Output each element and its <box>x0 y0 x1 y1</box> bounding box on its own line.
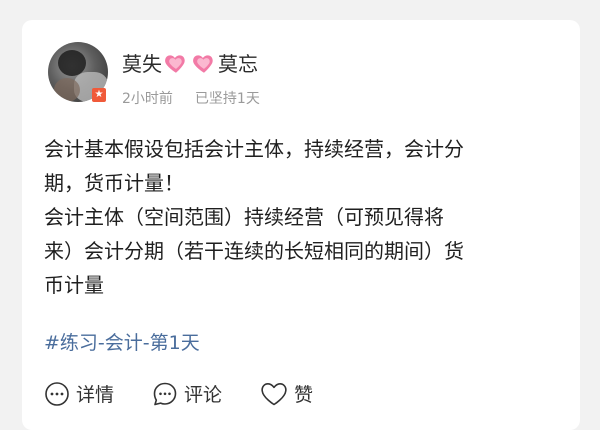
details-icon <box>45 381 69 406</box>
user-name-part2: 莫忘 <box>218 52 258 76</box>
streak-days: 已坚持1天 <box>194 91 260 107</box>
content-line: 会计基本假设包括会计主体，持续经营，会计分 <box>44 137 464 161</box>
post-meta: 2小时前 已坚持1天 <box>122 88 260 108</box>
heart-outline-icon <box>261 382 287 405</box>
avatar-badge: ★ <box>92 88 106 102</box>
like-label: 赞 <box>294 384 314 406</box>
content-line: 期，货币计量！ <box>44 171 184 195</box>
comment-icon <box>153 382 177 405</box>
user-name-part1: 莫失 <box>122 52 162 76</box>
comment-button[interactable]: 评论 <box>152 380 222 407</box>
details-button[interactable]: 详情 <box>44 380 114 407</box>
post-card: ★ 莫失 莫忘 2小时前 已坚持1天 会计基本假设包括会计主体，持续经营，会计分… <box>22 20 580 430</box>
content-line: 会计主体（空间范围）持续经营（可预见得将 <box>44 205 444 229</box>
post-time: 2小时前 <box>122 91 173 107</box>
content-line: 来）会计分期（若干连续的长短相同的期间）货 <box>44 239 464 263</box>
pink-heart-icon <box>165 54 185 73</box>
like-button[interactable]: 赞 <box>260 380 313 407</box>
topic-tag[interactable]: #练习-会计-第1天 <box>44 328 200 355</box>
action-bar: 详情 评论 赞 <box>44 380 351 407</box>
details-label: 详情 <box>76 384 115 406</box>
content-line: 币计量 <box>44 273 104 297</box>
user-name[interactable]: 莫失 莫忘 <box>122 48 258 77</box>
comment-label: 评论 <box>184 384 223 406</box>
post-content: 会计基本假设包括会计主体，持续经营，会计分 期，货币计量！ 会计主体（空间范围）… <box>44 132 558 302</box>
pink-heart-icon <box>193 54 213 73</box>
